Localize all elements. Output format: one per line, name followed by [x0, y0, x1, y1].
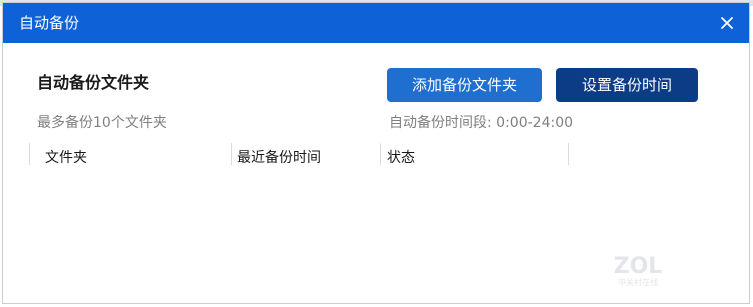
- add-backup-folder-button[interactable]: 添加备份文件夹: [387, 68, 542, 102]
- column-header-last-backup-time[interactable]: 最近备份时间: [237, 149, 321, 167]
- max-folders-note: 最多备份10个文件夹: [37, 115, 167, 131]
- table-header: 文件夹 最近备份时间 状态: [29, 143, 569, 167]
- set-backup-time-button[interactable]: 设置备份时间: [556, 68, 698, 102]
- column-separator: [568, 143, 569, 165]
- column-separator: [29, 143, 30, 165]
- dialog-title: 自动备份: [19, 14, 80, 32]
- watermark-subtext: 中关村在线: [618, 277, 658, 287]
- watermark-logo-text: ZOL: [614, 254, 663, 279]
- zol-watermark: ZOL 中关村在线: [607, 251, 669, 291]
- column-header-folder[interactable]: 文件夹: [45, 149, 87, 167]
- close-button[interactable]: [717, 13, 737, 33]
- backup-time-range: 自动备份时间段: 0:00-24:00: [389, 115, 574, 131]
- dialog-titlebar: 自动备份: [3, 3, 749, 43]
- section-title: 自动备份文件夹: [37, 73, 150, 92]
- column-separator: [380, 143, 381, 165]
- column-header-status[interactable]: 状态: [387, 149, 415, 167]
- column-separator: [231, 143, 232, 165]
- auto-backup-dialog: 自动备份 自动备份文件夹 添加备份文件夹 设置备份时间 最多备份10个文件夹 自…: [2, 2, 750, 304]
- close-icon: [721, 17, 733, 29]
